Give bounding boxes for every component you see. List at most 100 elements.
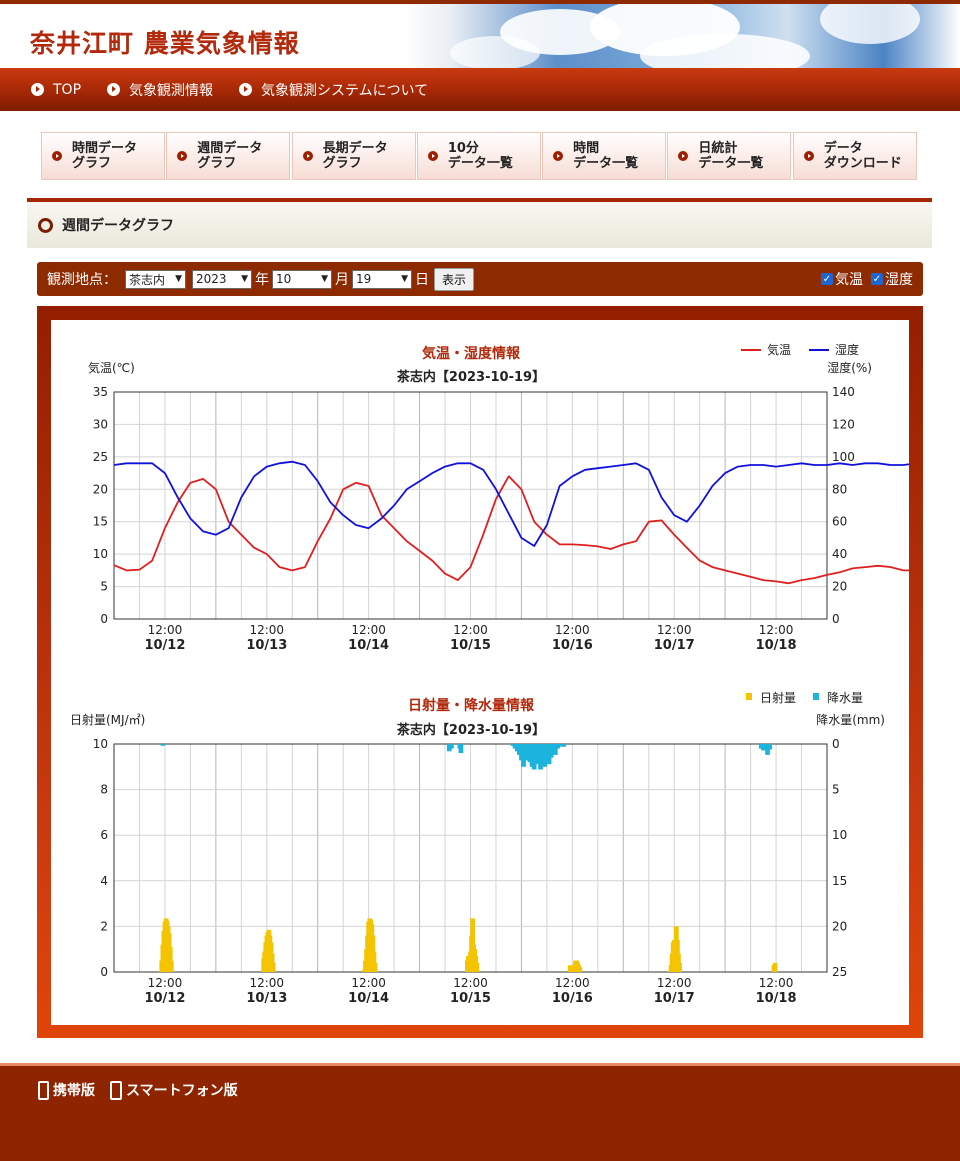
tab-label: データ ダウンロード	[824, 141, 902, 171]
temp-chart-xtick-time: 12:00	[249, 623, 284, 637]
show-button[interactable]: 表示	[434, 267, 475, 291]
day-value: 19	[356, 272, 372, 286]
temp-chart-xtick-date: 10/12	[144, 638, 185, 653]
day-select[interactable]: 19 ▼	[352, 269, 412, 289]
tab-label-line2: データ一覧	[573, 156, 639, 171]
solar-chart-ytick-left: 8	[100, 783, 108, 797]
station-select[interactable]: 茶志内 ▼	[125, 269, 186, 289]
nav-observation[interactable]: 気象観測情報	[107, 80, 213, 100]
arrow-circle-icon	[31, 83, 44, 96]
temp-chart-title: 気温・湿度情報	[422, 345, 521, 362]
tab-hourly-list[interactable]: 時間 データ一覧	[542, 132, 667, 180]
solar-chart-ytick-right: 15	[832, 874, 847, 888]
tab-label-line2: グラフ	[72, 156, 112, 171]
month-unit: 月	[335, 272, 349, 288]
legend-label: 降水量	[827, 691, 863, 705]
temp-chart-xtick-time: 12:00	[351, 623, 386, 637]
solar-chart-ytick-right: 0	[832, 737, 840, 751]
tab-label: 時間 データ一覧	[573, 141, 638, 171]
charts-svg: 0510152025303502040608010012014012:0010/…	[70, 342, 960, 1006]
smartphone-link[interactable]: スマートフォン版	[110, 1080, 238, 1100]
tab-weekly-graph[interactable]: 週間データ グラフ	[166, 132, 291, 180]
page: 奈井江町 農業気象情報 TOP 気象観測情報 気象観測システムについて 時間デー…	[0, 0, 960, 1161]
solar-chart-xtick-time: 12:00	[657, 976, 692, 990]
tab-data-download[interactable]: データ ダウンロード	[792, 132, 917, 180]
temp-chart-ytick-left: 25	[93, 450, 108, 464]
footer: 携帯版 スマートフォン版	[0, 1063, 960, 1161]
precipitation-bar	[160, 744, 166, 746]
tab-label: 時間データ グラフ	[72, 141, 137, 171]
precipitation-bar	[458, 744, 464, 754]
day-unit: 日	[415, 272, 429, 288]
solar-chart-xtick-date: 10/16	[552, 991, 593, 1006]
tab-label-line2: ダウンロード	[823, 156, 902, 171]
year-value: 2023	[196, 272, 227, 286]
temp-checkbox-label: 気温	[835, 272, 863, 288]
temp-chart-xtick-date: 10/14	[348, 638, 389, 653]
tab-daily-stats-list[interactable]: 日統計 データ一覧	[667, 132, 792, 180]
year-unit: 年	[255, 272, 269, 288]
arrow-circle-icon	[678, 151, 689, 161]
tab-hourly-graph[interactable]: 時間データ グラフ	[41, 132, 165, 180]
solar-chart-ytick-right: 5	[832, 783, 840, 797]
temp-chart-ytick-right: 100	[832, 450, 855, 464]
temp-chart-ytick-right: 60	[832, 515, 847, 529]
tab-label-line2: グラフ	[197, 156, 237, 171]
nav-about-system[interactable]: 気象観測システムについて	[239, 80, 428, 100]
precipitation-bar	[449, 744, 454, 749]
arrow-circle-icon	[52, 151, 62, 161]
tab-label: 長期データ グラフ	[323, 141, 388, 171]
tab-label-line1: データ	[823, 141, 863, 156]
solar-chart-xtick-date: 10/15	[450, 991, 491, 1006]
tab-label-line2: グラフ	[322, 156, 362, 171]
solar-radiation-bar	[772, 962, 778, 972]
arrow-circle-icon	[239, 83, 253, 96]
solar-chart-ytick-left: 2	[100, 919, 108, 933]
tab-label: 日統計 データ一覧	[698, 141, 763, 171]
mobile-link[interactable]: 携帯版	[38, 1080, 95, 1100]
tab-10min-list[interactable]: 10分 データ一覧	[416, 132, 541, 180]
nav-top[interactable]: TOP	[31, 82, 81, 98]
humidity-checkbox[interactable]: ✓ 湿度	[871, 269, 913, 289]
solar-radiation-bar	[677, 962, 682, 972]
tab-label-line2: データ一覧	[447, 156, 513, 171]
year-select[interactable]: 2023 ▼	[192, 269, 252, 289]
smartphone-link-label: スマートフォン版	[126, 1083, 238, 1099]
solar-chart-title: 日射量・降水量情報	[408, 697, 535, 714]
solar-chart-xtick-date: 10/18	[756, 991, 797, 1006]
chart-panel: 0 5 10 15 20 25 30 35 0 20 40 60 80 100 120 140 12:00 10/…	[51, 320, 960, 1025]
station-value: 茶志内	[129, 272, 166, 287]
tab-label-line1: 週間データ	[197, 141, 263, 156]
nav-about-label: 気象観測システムについて	[261, 82, 429, 99]
solar-radiation-bar	[474, 962, 480, 972]
legend-label: 湿度	[835, 342, 859, 357]
temp-chart-xtick-date: 10/18	[756, 638, 797, 653]
global-nav: TOP 気象観測情報 気象観測システムについて	[0, 68, 960, 111]
solar-radiation-bar	[169, 960, 174, 972]
month-select[interactable]: 10 ▼	[272, 269, 332, 289]
temp-chart-ytick-right: 40	[832, 547, 847, 561]
solar-radiation-bar	[577, 967, 583, 972]
tab-long-term-graph[interactable]: 長期データ グラフ	[291, 132, 416, 180]
temp-checkbox[interactable]: ✓ 気温	[821, 269, 863, 289]
site-title[interactable]: 奈井江町 農業気象情報	[30, 24, 300, 60]
legend-square-swatch	[813, 693, 819, 700]
legend-label: 気温	[767, 342, 791, 357]
control-bar: 観測地点： 茶志内 ▼ 2023 ▼ 年 10 ▼ 月 19 ▼ 日 表示 ✓ 気温 ✓ 湿…	[37, 262, 923, 296]
arrow-circle-icon	[803, 151, 814, 161]
solar-chart-ylabel-right: 降水量(mm)	[816, 713, 885, 727]
tab-label: 10分 データ一覧	[448, 141, 513, 171]
chevron-down-icon: ▼	[175, 274, 182, 284]
solar-chart-xtick-time: 12:00	[249, 976, 284, 990]
chart-frame: 0 5 10 15 20 25 30 35 0 20 40 60 80 100 120 140 12:00 10/…	[37, 306, 960, 1038]
temp-chart-xtick-time: 12:00	[453, 623, 488, 637]
solar-chart-subtitle: 茶志内【2023-10-19】	[397, 722, 545, 738]
station-label: 観測地点：	[47, 272, 117, 288]
solar-radiation-bar	[372, 962, 378, 972]
arrow-circle-icon	[427, 151, 438, 161]
arrow-circle-icon	[553, 151, 564, 161]
temp-chart-ytick-left: 20	[93, 482, 108, 496]
solar-chart-xtick-time: 12:00	[148, 976, 183, 990]
solar-radiation-bar	[270, 962, 276, 972]
solar-chart-xtick-date: 10/12	[144, 991, 185, 1006]
